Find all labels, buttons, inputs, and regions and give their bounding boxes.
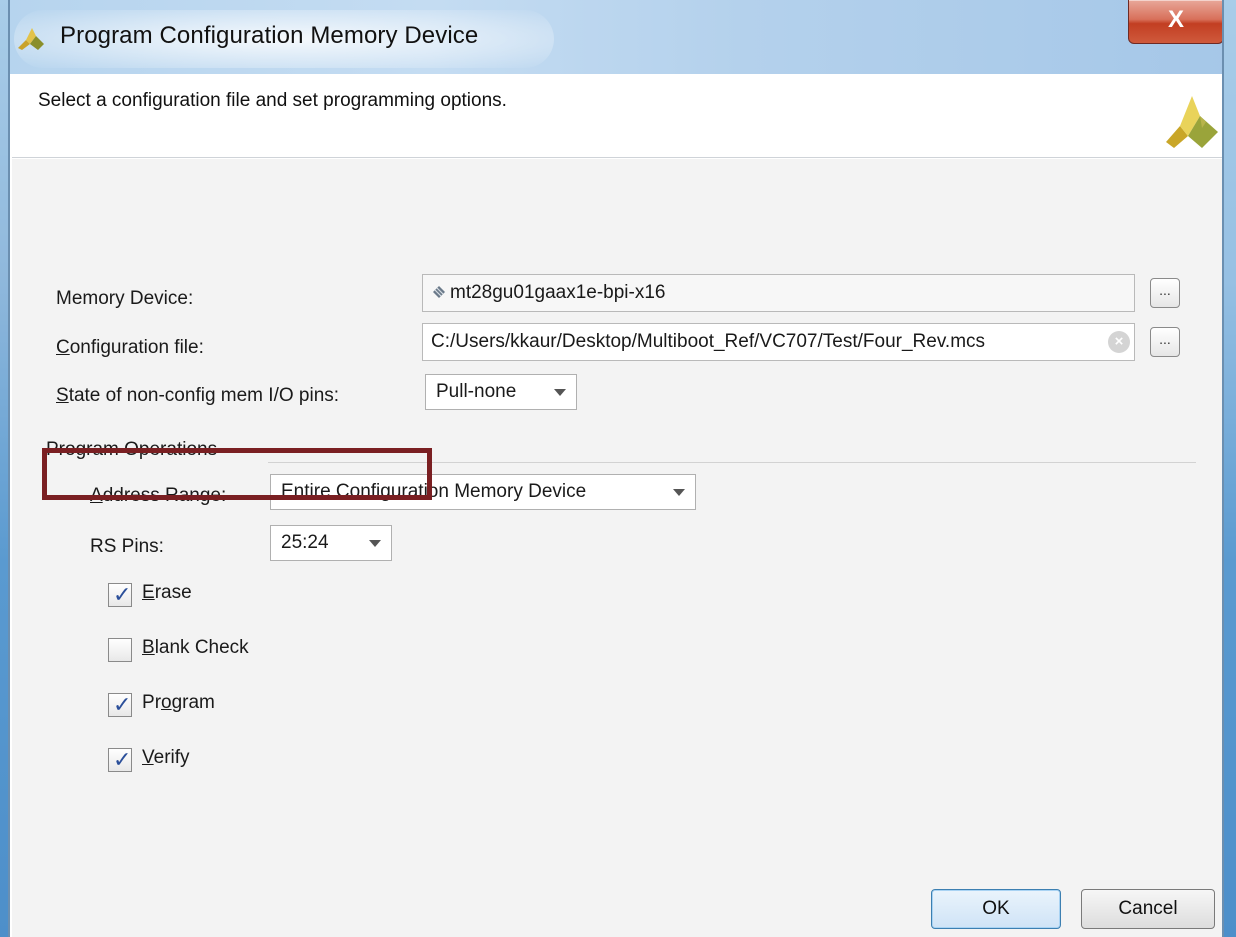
program-label: Program <box>142 692 215 713</box>
checkmark-icon: ✓ <box>113 692 132 717</box>
xilinx-logo-icon <box>1166 96 1218 148</box>
memory-device-label: Memory Device: <box>56 288 194 309</box>
chip-icon <box>433 286 445 298</box>
erase-label: Erase <box>142 582 192 603</box>
dialog-header: Select a configuration file and set prog… <box>12 74 1222 158</box>
chevron-down-icon <box>369 540 381 547</box>
program-checkbox[interactable]: ✓ <box>108 692 132 717</box>
title-bar: Program Configuration Memory Device X <box>0 0 1236 74</box>
chevron-down-icon <box>554 389 566 396</box>
dialog-content: Select a configuration file and set prog… <box>12 74 1222 937</box>
io-pins-value: Pull-none <box>436 381 517 402</box>
ok-button[interactable]: OK <box>931 889 1061 929</box>
memory-device-field: mt28gu01gaax1e-bpi-x16 <box>422 274 1135 312</box>
window-frame-right <box>1222 0 1236 937</box>
verify-label: Verify <box>142 747 190 768</box>
checkmark-icon: ✓ <box>113 582 132 607</box>
rs-pins-dropdown[interactable]: 25:24 <box>270 525 392 561</box>
cancel-button[interactable]: Cancel <box>1081 889 1215 929</box>
io-pins-label: State of non-config mem I/O pins: <box>56 385 340 406</box>
rs-pins-label: RS Pins: <box>90 536 164 557</box>
clear-input-icon[interactable]: × <box>1108 331 1130 353</box>
checkmark-icon: ✓ <box>113 747 132 772</box>
header-instruction: Select a configuration file and set prog… <box>38 90 507 111</box>
configuration-file-input[interactable]: C:/Users/kkaur/Desktop/Multiboot_Ref/VC7… <box>422 323 1135 361</box>
verify-checkbox[interactable]: ✓ <box>108 747 132 772</box>
xilinx-app-icon <box>18 28 44 50</box>
form-area: Memory Device: mt28gu01gaax1e-bpi-x16 ..… <box>12 159 1222 937</box>
window-title: Program Configuration Memory Device <box>60 22 479 49</box>
blank-check-checkbox[interactable] <box>108 638 132 662</box>
io-pins-dropdown[interactable]: Pull-none <box>425 374 577 410</box>
close-button[interactable]: X <box>1128 0 1224 44</box>
configuration-file-browse-button[interactable]: ... <box>1150 327 1180 357</box>
erase-checkbox[interactable]: ✓ <box>108 582 132 607</box>
window-frame-left <box>0 0 10 937</box>
memory-device-value: mt28gu01gaax1e-bpi-x16 <box>450 282 666 303</box>
memory-device-browse-button[interactable]: ... <box>1150 278 1180 308</box>
configuration-file-label: Configuration file: <box>56 337 204 358</box>
blank-check-label: Blank Check <box>142 637 249 658</box>
chevron-down-icon <box>673 489 685 496</box>
rs-pins-value: 25:24 <box>281 532 329 553</box>
rs-pins-highlight-box <box>42 448 432 500</box>
